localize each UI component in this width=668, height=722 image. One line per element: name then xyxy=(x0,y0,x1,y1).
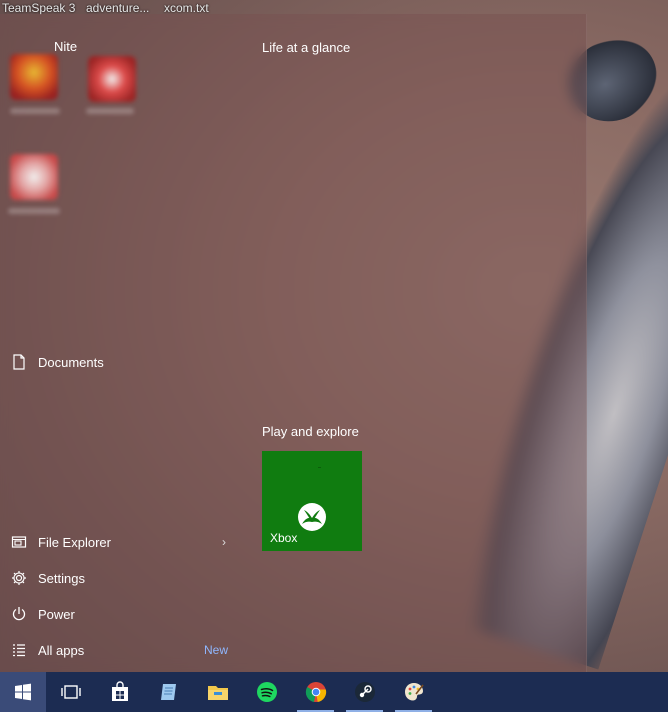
store-icon xyxy=(111,681,128,701)
xbox-icon xyxy=(298,503,326,531)
power-item[interactable]: Power xyxy=(0,597,240,631)
documents-label: Documents xyxy=(38,354,104,370)
windows-logo-icon xyxy=(15,683,31,701)
file-explorer-item[interactable]: File Explorer › xyxy=(0,525,240,559)
gear-icon xyxy=(0,570,38,586)
steam-icon xyxy=(354,682,375,702)
bottom-strip xyxy=(0,712,668,722)
group-title-play-and-explore[interactable]: Play and explore xyxy=(262,424,359,439)
paint-button[interactable] xyxy=(389,672,438,712)
most-used-app-icon[interactable] xyxy=(88,56,136,102)
file-explorer-label: File Explorer xyxy=(38,534,111,550)
list-icon xyxy=(0,642,38,658)
store-button[interactable] xyxy=(95,672,144,712)
power-label: Power xyxy=(38,606,75,622)
task-view-icon xyxy=(60,685,81,699)
desktop-label-xcom[interactable]: xcom.txt xyxy=(164,1,209,15)
paint-icon xyxy=(404,683,424,701)
notepad-icon xyxy=(160,684,176,700)
file-explorer-button[interactable] xyxy=(193,672,242,712)
desktop-label-teamspeak[interactable]: TeamSpeak 3 xyxy=(2,1,75,15)
start-menu-left-column: Nite Documents File Explorer › Settings xyxy=(0,14,248,672)
group-title-life-at-a-glance[interactable]: Life at a glance xyxy=(262,40,350,55)
user-name[interactable]: Nite xyxy=(54,39,77,54)
settings-item[interactable]: Settings xyxy=(0,561,240,595)
file-explorer-icon xyxy=(0,534,38,550)
xbox-tile[interactable]: Xbox xyxy=(262,451,362,551)
start-button[interactable] xyxy=(0,672,46,712)
power-icon xyxy=(0,606,38,622)
most-used-app-icon[interactable] xyxy=(10,154,58,200)
all-apps-label: All apps xyxy=(38,642,85,658)
document-icon xyxy=(0,354,38,370)
start-menu: Nite Documents File Explorer › Settings xyxy=(0,14,587,672)
desktop-label-adventure[interactable]: adventure... xyxy=(86,1,149,15)
most-used-app-label xyxy=(10,108,60,114)
documents-item[interactable]: Documents xyxy=(0,345,240,379)
chrome-button[interactable] xyxy=(291,672,340,712)
spotify-button[interactable] xyxy=(242,672,291,712)
chevron-right-icon[interactable]: › xyxy=(222,535,226,549)
notepad-button[interactable] xyxy=(144,672,193,712)
settings-label: Settings xyxy=(38,570,85,586)
taskbar xyxy=(0,672,668,712)
new-badge: New xyxy=(203,643,228,657)
chrome-icon xyxy=(305,682,326,702)
steam-button[interactable] xyxy=(340,672,389,712)
most-used-app-label xyxy=(86,108,134,114)
all-apps-item[interactable]: All apps New xyxy=(0,633,240,667)
task-view-button[interactable] xyxy=(46,672,95,712)
most-used-app-label xyxy=(8,208,60,214)
tile-dot xyxy=(318,467,321,468)
spotify-icon xyxy=(256,682,277,702)
most-used-app-icon[interactable] xyxy=(10,54,58,100)
xbox-tile-label: Xbox xyxy=(270,531,298,545)
folder-icon xyxy=(207,686,228,700)
